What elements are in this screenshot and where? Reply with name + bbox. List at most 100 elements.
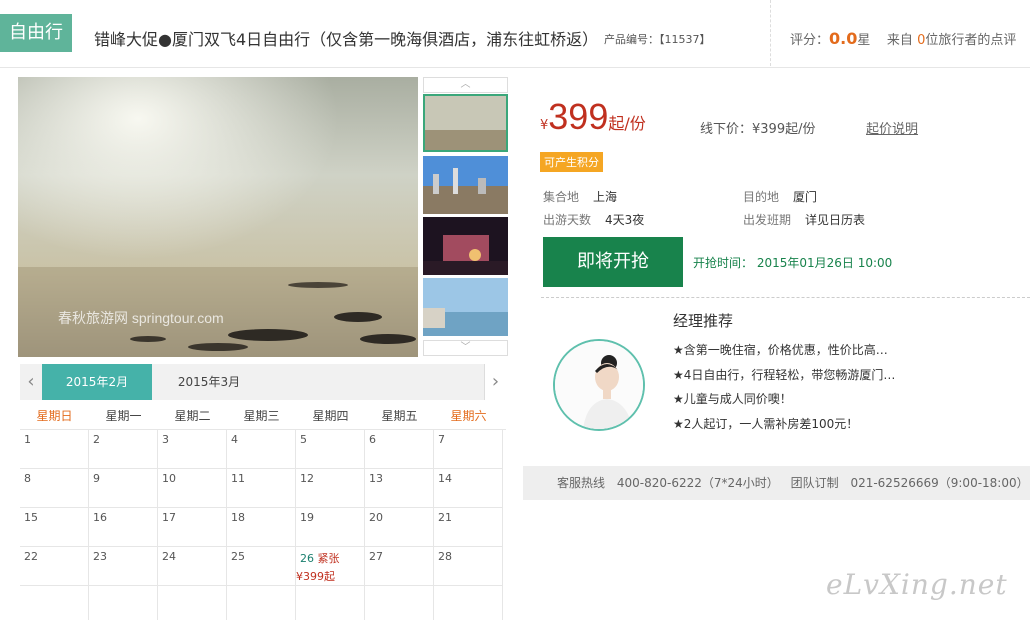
calendar-day-available[interactable]: 26 紧张 ¥399起 xyxy=(296,547,365,586)
calendar-day: 1 xyxy=(20,430,89,469)
calendar-day: 19 xyxy=(296,508,365,547)
destination-label: 目的地 xyxy=(743,190,780,204)
calendar-day: 7 xyxy=(434,430,503,469)
product-header: 自由行 错峰大促●厦门双飞4日自由行（仅含第一晚海俱酒店，浦东往虹桥返） 产品编… xyxy=(0,0,1030,68)
calendar-day: 6 xyxy=(365,430,434,469)
review-suffix: 位旅行者的点评 xyxy=(925,33,1017,48)
rating-label: 评分： xyxy=(790,33,830,48)
chevron-right-icon[interactable]: › xyxy=(484,364,506,400)
calendar-day: 23 xyxy=(89,547,158,586)
day-price: ¥399起 xyxy=(296,570,335,583)
calendar-nav: ‹ 2015年2月 2015年3月 › xyxy=(20,364,506,400)
calendar-day-empty xyxy=(434,586,503,620)
product-code-label: 产品编号： xyxy=(604,33,659,46)
weekday-tue: 星期二 xyxy=(174,409,211,423)
depart-info: 集合地 上海 xyxy=(543,188,617,205)
group-phone: 021-62526669（9:00-18:00） xyxy=(850,476,1029,490)
weekday-sat: 星期六 xyxy=(450,409,487,423)
service-phone: 400-820-6222（7*24小时） xyxy=(616,476,779,490)
product-price: ¥399起/份 xyxy=(540,96,646,138)
days-value: 4天3夜 xyxy=(605,213,645,227)
calendar-day: 3 xyxy=(158,430,227,469)
review-prefix: 来自 xyxy=(886,33,913,48)
rating-unit: 星 xyxy=(857,33,871,48)
weekday-wed: 星期三 xyxy=(243,409,280,423)
calendar-day: 13 xyxy=(365,469,434,508)
calendar-day: 15 xyxy=(20,508,89,547)
sale-start-time: 开抢时间： 2015年01月26日 10:00 xyxy=(693,256,893,270)
days-info: 出游天数 4天3夜 xyxy=(543,211,644,228)
thumb-coast-image xyxy=(423,278,508,336)
thumbnail-strip: ︿ ﹀ xyxy=(423,77,508,357)
schedule-value: 详见日历表 xyxy=(805,213,866,227)
calendar-day: 5 xyxy=(296,430,365,469)
destination-value: 厦门 xyxy=(793,190,818,204)
product-code: 产品编号：【11537】 xyxy=(604,31,711,47)
hotline-bar: 客服热线 400-820-6222（7*24小时） 团队订制 021-62526… xyxy=(523,466,1030,500)
rating-summary: 评分：0.0星 来自 0位旅行者的点评 xyxy=(790,29,1016,48)
availability-status: 紧张 xyxy=(317,552,340,565)
sea-photo-image: 春秋旅游网 springtour.com xyxy=(18,77,418,357)
weekday-fri: 星期五 xyxy=(381,409,418,423)
recommend-item-2: ★4日自由行，行程轻松，带您畅游厦门… xyxy=(673,368,896,382)
calendar-day: 24 xyxy=(158,547,227,586)
thumbnail-1[interactable] xyxy=(423,94,508,152)
main-photo[interactable]: 春秋旅游网 springtour.com xyxy=(18,77,418,357)
manager-title: 经理推荐 xyxy=(673,312,734,330)
destination-info: 目的地 厦门 xyxy=(743,188,817,205)
schedule-label: 出发班期 xyxy=(743,213,792,227)
thumbnail-2[interactable] xyxy=(423,156,508,214)
days-label: 出游天数 xyxy=(543,213,592,227)
calendar-day-empty xyxy=(296,586,365,620)
calendar-day: 11 xyxy=(227,469,296,508)
thumbnail-3[interactable] xyxy=(423,217,508,275)
thumb-sea-image xyxy=(425,96,506,150)
product-code-value: 【11537】 xyxy=(659,33,711,46)
chevron-down-icon[interactable]: ﹀ xyxy=(423,340,508,356)
calendar-day: 21 xyxy=(434,508,503,547)
weekday-header: 星期日 星期一 星期二 星期三 星期四 星期五 星期六 xyxy=(20,402,506,430)
rating-value: 0.0 xyxy=(829,29,858,48)
calendar-day: 8 xyxy=(20,469,89,508)
thumbnail-4[interactable] xyxy=(423,278,508,336)
service-label: 客服热线 xyxy=(557,476,606,490)
points-badge: 可产生积分 xyxy=(540,152,603,172)
header-divider xyxy=(770,0,771,66)
calendar-day: 4 xyxy=(227,430,296,469)
thumb-night-image xyxy=(423,217,508,275)
calendar-day: 14 xyxy=(434,469,503,508)
calendar-day: 22 xyxy=(20,547,89,586)
avatar xyxy=(553,339,645,431)
section-divider xyxy=(541,297,1030,298)
price-value: 399 xyxy=(548,96,609,137)
weekday-sun: 星期日 xyxy=(36,409,73,423)
chevron-left-icon[interactable]: ‹ xyxy=(20,364,42,400)
calendar-day-empty xyxy=(158,586,227,620)
tab-month-feb[interactable]: 2015年2月 xyxy=(42,364,152,400)
calendar-day: 2 xyxy=(89,430,158,469)
day-number: 26 xyxy=(300,552,314,565)
recommend-item-1: ★含第一晚住宿，价格优惠，性价比高… xyxy=(673,343,888,357)
calendar-day: 18 xyxy=(227,508,296,547)
calendar-day: 12 xyxy=(296,469,365,508)
chevron-up-icon[interactable]: ︿ xyxy=(423,77,508,93)
calendar-day: 9 xyxy=(89,469,158,508)
photo-watermark: 春秋旅游网 springtour.com xyxy=(58,310,224,326)
depart-value: 上海 xyxy=(593,190,618,204)
calendar-day: 25 xyxy=(227,547,296,586)
depart-label: 集合地 xyxy=(543,190,580,204)
buy-button[interactable]: 即将开抢 xyxy=(543,237,683,287)
category-tag: 自由行 xyxy=(0,14,72,52)
calendar-day-empty xyxy=(89,586,158,620)
manager-portrait xyxy=(555,341,643,429)
calendar-day-empty xyxy=(227,586,296,620)
calendar-day: 27 xyxy=(365,547,434,586)
group-label: 团队订制 xyxy=(790,476,839,490)
calendar-day: 17 xyxy=(158,508,227,547)
tab-month-mar[interactable]: 2015年3月 xyxy=(154,364,264,400)
recommend-item-3: ★儿童与成人同价噢！ xyxy=(673,392,792,406)
price-explain-link[interactable]: 起价说明 xyxy=(866,118,918,137)
weekday-mon: 星期一 xyxy=(105,409,142,423)
calendar-day-empty xyxy=(20,586,89,620)
recommend-item-4: ★2人起订，一人需补房差100元！ xyxy=(673,417,859,431)
